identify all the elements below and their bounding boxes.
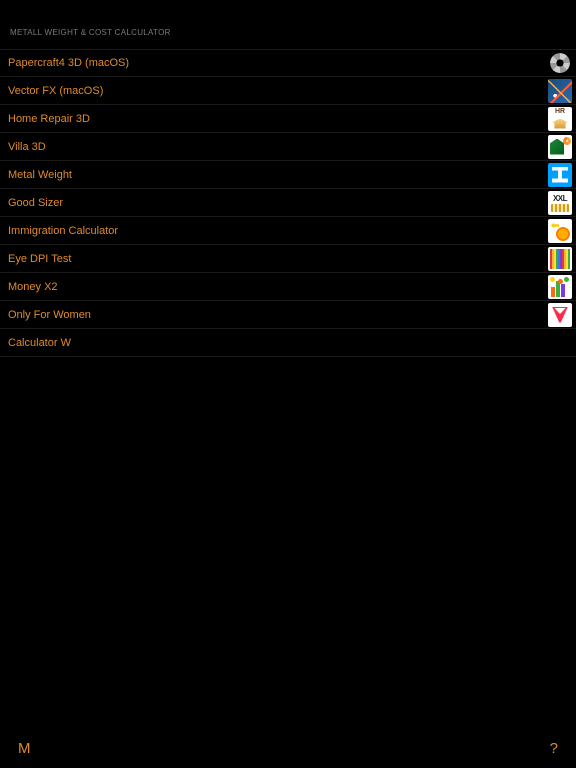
list-item-label: Immigration Calculator <box>8 225 118 237</box>
metalweight-icon <box>548 163 572 187</box>
list-item[interactable]: Metal Weight <box>0 161 576 189</box>
menu-button[interactable]: M <box>18 740 31 757</box>
homerepair-icon <box>548 107 572 131</box>
list-item-label: Eye DPI Test <box>8 253 71 265</box>
list-item[interactable]: Money X2 <box>0 273 576 301</box>
onlyforwomen-icon <box>548 303 572 327</box>
list-item[interactable]: Good Sizer <box>0 189 576 217</box>
vectorfx-icon <box>548 79 572 103</box>
list-item-label: Good Sizer <box>8 197 63 209</box>
list-item-label: Villa 3D <box>8 141 46 153</box>
help-button[interactable]: ? <box>550 740 558 757</box>
moneyx2-icon <box>548 275 572 299</box>
list-item-label: Home Repair 3D <box>8 113 90 125</box>
villa-icon <box>548 135 572 159</box>
list-item-label: Money X2 <box>8 281 58 293</box>
immigration-icon <box>548 219 572 243</box>
list-item[interactable]: Vector FX (macOS) <box>0 77 576 105</box>
page-title: METALL WEIGHT & COST CALCULATOR <box>10 28 171 37</box>
list-item-label: Vector FX (macOS) <box>8 85 103 97</box>
list-item-label: Only For Women <box>8 309 91 321</box>
goodsizer-icon <box>548 191 572 215</box>
eyedpi-icon <box>548 247 572 271</box>
footer-toolbar: M ? <box>0 736 576 768</box>
list-item[interactable]: Immigration Calculator <box>0 217 576 245</box>
list-item-label: Metal Weight <box>8 169 72 181</box>
app-list: Papercraft4 3D (macOS) Vector FX (macOS)… <box>0 49 576 357</box>
calculatorw-icon <box>548 331 572 355</box>
list-item-label: Papercraft4 3D (macOS) <box>8 57 129 69</box>
list-item[interactable]: Home Repair 3D <box>0 105 576 133</box>
list-item[interactable]: Only For Women <box>0 301 576 329</box>
list-item[interactable]: Villa 3D <box>0 133 576 161</box>
list-item[interactable]: Eye DPI Test <box>0 245 576 273</box>
list-item-label: Calculator W <box>8 337 71 349</box>
list-item[interactable]: Papercraft4 3D (macOS) <box>0 49 576 77</box>
papercraft-icon <box>548 51 572 75</box>
list-item[interactable]: Calculator W <box>0 329 576 357</box>
